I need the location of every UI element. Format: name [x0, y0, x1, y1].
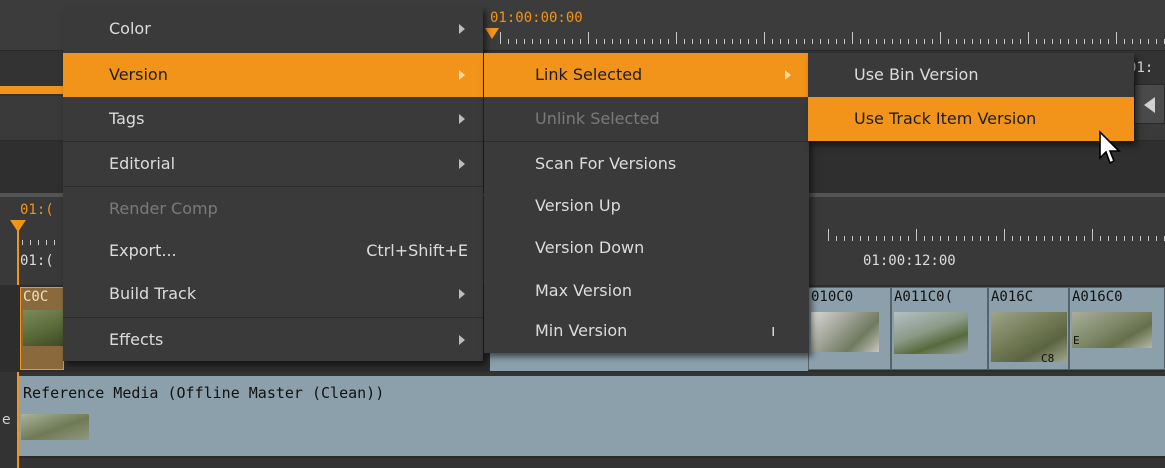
- submenu-arrow-icon: [459, 159, 465, 169]
- sequence-timecode-mid: 01:00:12:00: [863, 253, 956, 269]
- clip-thumbnail: [1072, 312, 1152, 348]
- ruler-ticks: [500, 32, 1165, 44]
- sequence-timecode-bottom: 01:(: [20, 253, 54, 269]
- menu-item-export[interactable]: Export... Ctrl+Shift+E: [63, 229, 483, 273]
- context-menu: Color Version Tags Editorial Render Comp…: [63, 7, 483, 361]
- menu-item-effects[interactable]: Effects: [63, 317, 483, 362]
- clip-thumbnail: [991, 312, 1067, 362]
- reference-thumbnail: [21, 414, 89, 440]
- link-selected-submenu: Use Bin Version Use Track Item Version: [808, 53, 1134, 141]
- track-clip-strip: [490, 350, 808, 371]
- clip-thumbnail: [23, 310, 63, 346]
- reference-track-label: Reference Media (Offline Master (Clean)): [23, 384, 385, 402]
- track-clip[interactable]: C0C: [20, 287, 64, 370]
- menu-item-scan-for-versions[interactable]: Scan For Versions: [484, 141, 809, 186]
- clip-thumbnail: [811, 312, 879, 352]
- clip-thumbnail: [894, 312, 968, 354]
- menu-item-use-bin-version[interactable]: Use Bin Version: [808, 53, 1134, 97]
- menu-item-color[interactable]: Color: [63, 7, 483, 51]
- menu-item-use-track-item-version[interactable]: Use Track Item Version: [808, 97, 1134, 141]
- menu-item-render-comp[interactable]: Render Comp: [63, 186, 483, 231]
- track-clip[interactable]: A016C0 E: [1069, 287, 1165, 370]
- scroll-left-button[interactable]: [1134, 84, 1165, 124]
- timecode-ruler: 01:00:00:00: [484, 0, 1165, 50]
- menu-trailing-glyph: ı: [771, 321, 776, 340]
- menu-item-unlink-selected[interactable]: Unlink Selected: [484, 97, 809, 141]
- menu-item-version-up[interactable]: Version Up: [484, 184, 809, 228]
- track-clip[interactable]: A011C0(: [891, 287, 988, 370]
- menu-item-version-down[interactable]: Version Down: [484, 226, 809, 270]
- arrow-left-icon: [1144, 97, 1155, 113]
- sequence-ruler-ticks: [828, 229, 1165, 241]
- track-clip[interactable]: A016C C8: [988, 287, 1069, 370]
- submenu-arrow-icon: [459, 289, 465, 299]
- menu-item-max-version[interactable]: Max Version: [484, 269, 809, 313]
- submenu-arrow-icon: [785, 70, 791, 80]
- submenu-arrow-icon: [459, 114, 465, 124]
- menu-item-link-selected[interactable]: Link Selected: [484, 53, 809, 97]
- menu-item-editorial[interactable]: Editorial: [63, 141, 483, 186]
- playhead-bar: [0, 86, 70, 94]
- submenu-arrow-icon: [459, 335, 465, 345]
- playhead-marker[interactable]: [485, 28, 499, 39]
- left-edge-text: e: [2, 412, 11, 428]
- sequence-ruler-ticks-left: [22, 233, 62, 245]
- menu-item-min-version[interactable]: Min Version ı: [484, 309, 809, 353]
- sequence-timecode-top: 01:(: [20, 202, 54, 218]
- ruler-timecode: 01:00:00:00: [490, 10, 583, 26]
- submenu-arrow-icon: [459, 24, 465, 34]
- submenu-arrow-icon: [459, 70, 465, 80]
- clip-overlay-text: E: [1073, 334, 1080, 347]
- menu-item-build-track[interactable]: Build Track: [63, 272, 483, 316]
- shortcut-label: Ctrl+Shift+E: [366, 241, 468, 260]
- reference-track[interactable]: Reference Media (Offline Master (Clean)): [19, 376, 1165, 458]
- track-clip[interactable]: 010C0: [808, 287, 891, 370]
- mouse-cursor-icon: [1098, 130, 1124, 166]
- menu-item-version[interactable]: Version: [63, 53, 483, 97]
- menu-item-tags[interactable]: Tags: [63, 97, 483, 141]
- clip-overlay-text: C8: [1041, 352, 1055, 365]
- version-submenu: Link Selected Unlink Selected Scan For V…: [484, 53, 809, 353]
